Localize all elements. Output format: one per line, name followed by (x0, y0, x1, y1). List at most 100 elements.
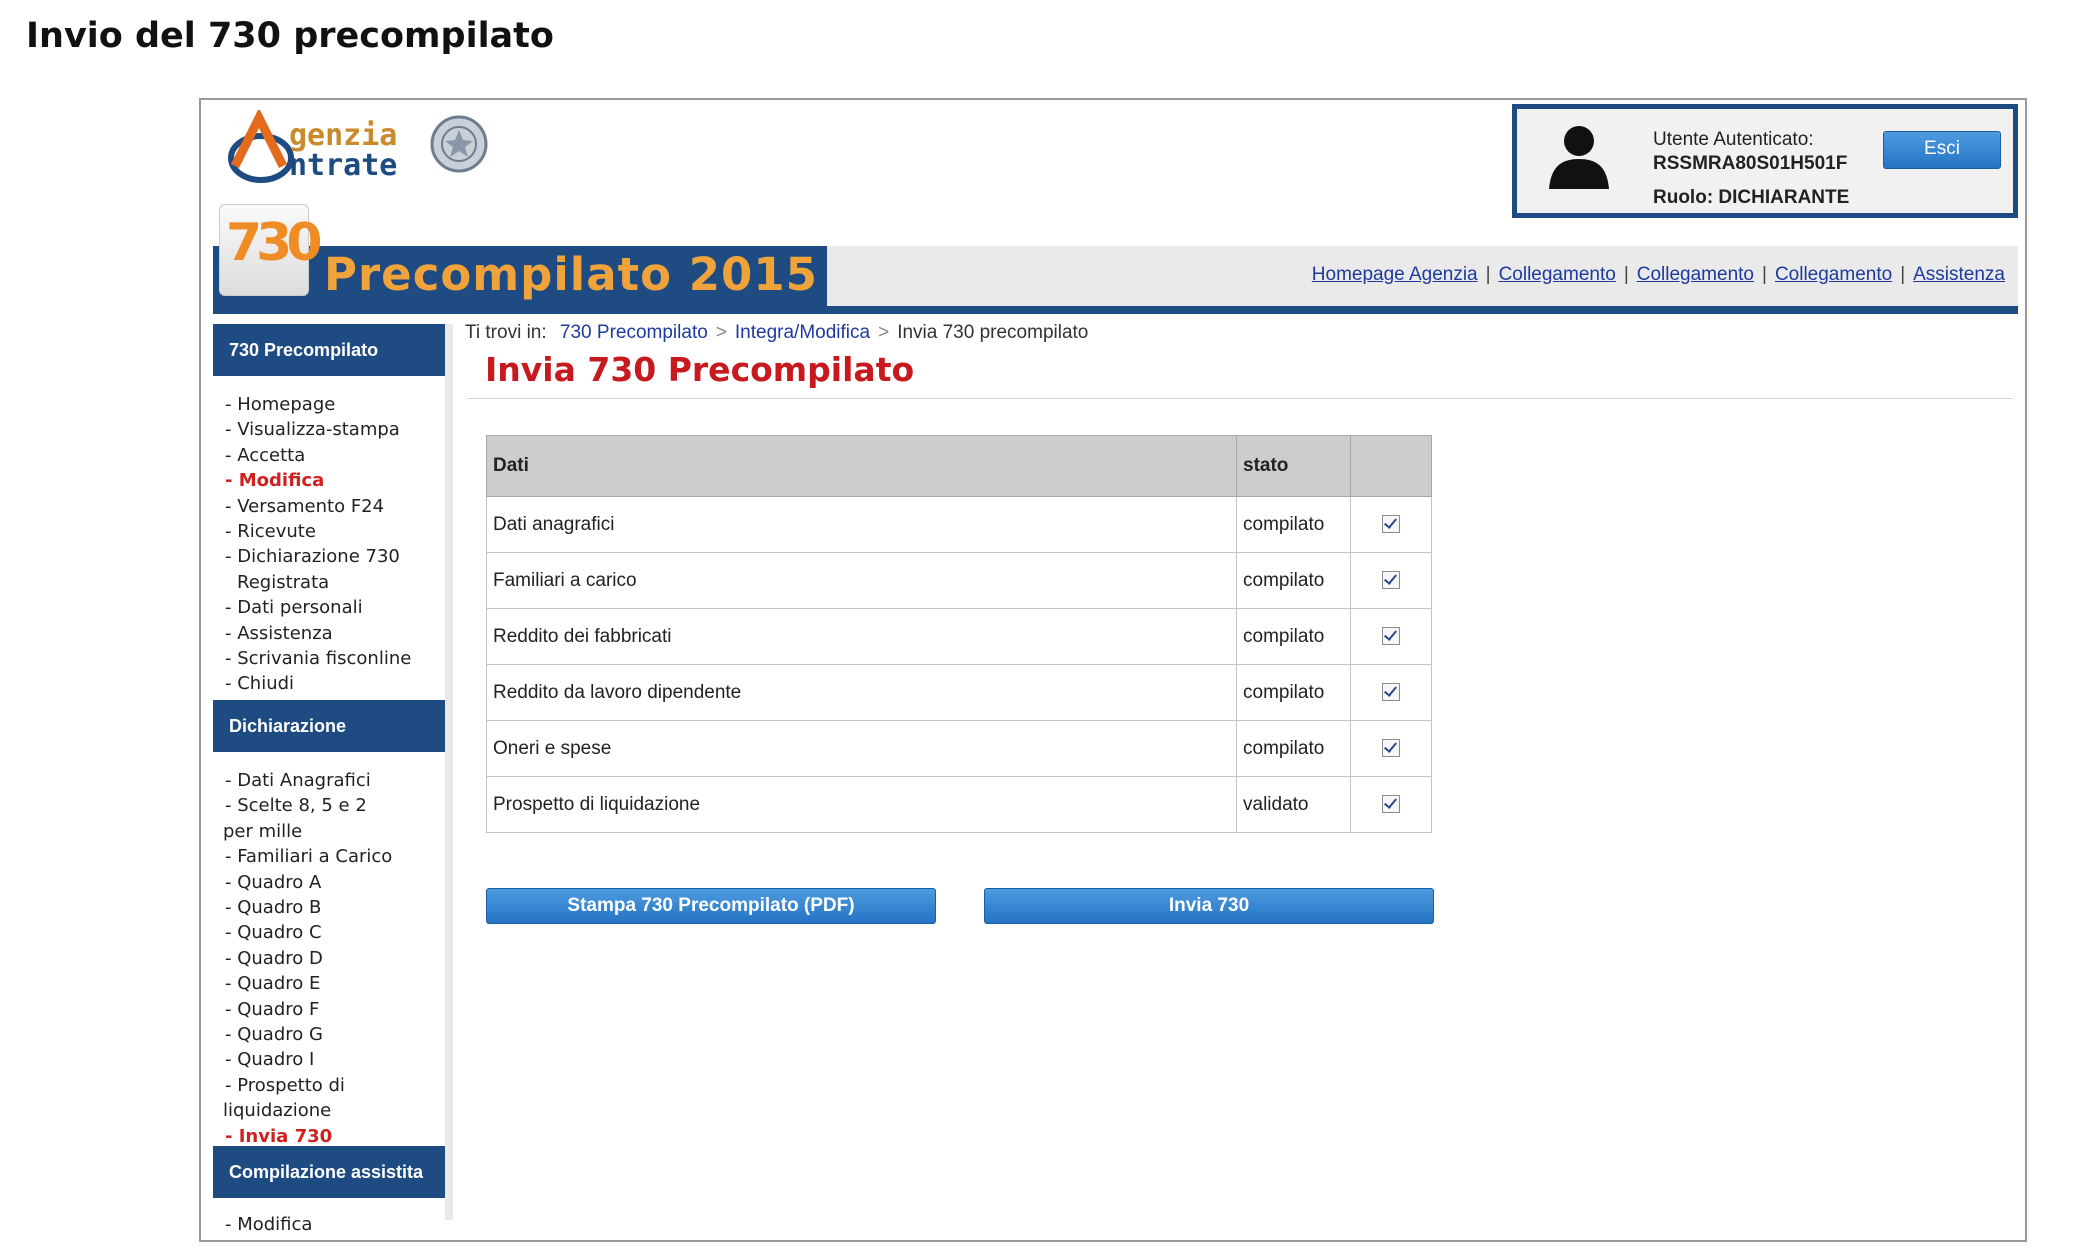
user-fiscal-code: RSSMRA80S01H501F (1653, 153, 1848, 174)
sidebar-list-730-precompilato: - Homepage - Visualizza-stampa - Accetta… (225, 392, 411, 697)
top-links: Homepage Agenzia | Collegamento | Collegamen… (1312, 264, 2005, 286)
link-assistenza[interactable]: Assistenza (1913, 264, 2005, 285)
sidebar: 730 Precompilato - Homepage - Visualizza… (213, 324, 445, 1235)
sidebar-item-prospetto-di[interactable]: - Prospetto di (225, 1073, 392, 1098)
cell-check (1350, 608, 1432, 665)
cell-stato: compilato (1236, 608, 1351, 665)
cell-stato: compilato (1236, 664, 1351, 721)
app-window: genzia ntrate Utente Autenticato: RSSMRA… (199, 98, 2027, 1242)
sidebar-item-quadro-f[interactable]: - Quadro F (225, 997, 392, 1022)
sidebar-item-scrivania-fisconline[interactable]: - Scrivania fisconline (225, 646, 411, 671)
checkbox-checked-icon[interactable] (1381, 515, 1400, 534)
breadcrumb-current: Invia 730 precompilato (897, 322, 1089, 343)
page-title: Invia 730 Precompilato (485, 350, 915, 389)
user-panel: Utente Autenticato: RSSMRA80S01H501F Ruo… (1512, 104, 2018, 218)
cell-dati: Prospetto di liquidazione (486, 776, 1237, 833)
sidebar-item-quadro-d[interactable]: - Quadro D (225, 946, 392, 971)
cell-check (1350, 552, 1432, 609)
cell-dati: Reddito dei fabbricati (486, 608, 1237, 665)
status-table: Dati stato Dati anagrafici compilato Fam… (486, 435, 1432, 833)
sidebar-item-dati-anagrafici[interactable]: - Dati Anagrafici (225, 768, 392, 793)
sidebar-shadow (445, 324, 453, 1220)
table-row: Reddito dei fabbricati compilato (486, 608, 1432, 665)
column-header-dati: Dati (486, 435, 1237, 497)
checkbox-checked-icon[interactable] (1381, 739, 1400, 758)
table-row: Familiari a carico compilato (486, 552, 1432, 609)
badge-730-icon: 730 (219, 204, 323, 296)
sidebar-item-quadro-a[interactable]: - Quadro A (225, 870, 392, 895)
sidebar-item-visualizza-stampa[interactable]: - Visualizza-stampa (225, 417, 411, 442)
sidebar-section-dichiarazione: Dichiarazione (213, 700, 445, 752)
sidebar-item-scelte[interactable]: - Scelte 8, 5 e 2 (225, 793, 392, 818)
cell-dati: Reddito da lavoro dipendente (486, 664, 1237, 721)
checkbox-checked-icon[interactable] (1381, 683, 1400, 702)
column-header-stato: stato (1236, 435, 1351, 497)
breadcrumb-separator: > (715, 322, 727, 343)
cell-stato: compilato (1236, 552, 1351, 609)
logo-text-line2: ntrate (289, 148, 398, 183)
sidebar-item-dati-personali[interactable]: - Dati personali (225, 595, 411, 620)
sidebar-item-chiudi[interactable]: - Chiudi (225, 671, 411, 696)
banner-title: Precompilato 2015 (324, 248, 818, 301)
sidebar-item-modifica[interactable]: - Modifica (225, 468, 411, 493)
logout-button[interactable]: Esci (1883, 131, 2001, 169)
badge-730-text: 730 (226, 213, 323, 273)
link-homepage-agenzia[interactable]: Homepage Agenzia (1312, 264, 1478, 285)
cell-stato: compilato (1236, 720, 1351, 777)
send-730-button[interactable]: Invia 730 (984, 888, 1434, 924)
sidebar-item-accetta[interactable]: - Accetta (225, 443, 411, 468)
breadcrumb: Ti trovi in: 730 Precompilato > Integra/Mo… (465, 322, 1088, 344)
cell-check (1350, 496, 1432, 553)
sidebar-item-dichiarazione-730[interactable]: - Dichiarazione 730 (225, 544, 411, 569)
breadcrumb-separator: > (878, 322, 890, 343)
cell-dati: Familiari a carico (486, 552, 1237, 609)
sidebar-item-liquidazione[interactable]: liquidazione (223, 1098, 392, 1123)
sidebar-item-ricevute[interactable]: - Ricevute (225, 519, 411, 544)
column-header-check (1350, 435, 1432, 497)
link-separator: | (1485, 264, 1491, 285)
user-label: Utente Autenticato: (1653, 129, 1814, 150)
sidebar-item-familiari-a-carico[interactable]: - Familiari a Carico (225, 844, 392, 869)
link-collegamento-1[interactable]: Collegamento (1499, 264, 1616, 285)
table-row: Oneri e spese compilato (486, 720, 1432, 777)
sidebar-item-assistenza[interactable]: - Assistenza (225, 621, 411, 646)
sidebar-item-per-mille[interactable]: per mille (223, 819, 392, 844)
sidebar-section-730-precompilato: 730 Precompilato (213, 324, 445, 376)
sidebar-item-quadro-e[interactable]: - Quadro E (225, 971, 392, 996)
sidebar-list-compilazione-assistita: - Modifica (225, 1212, 312, 1237)
sidebar-item-modifica-assistita[interactable]: - Modifica (225, 1212, 312, 1237)
breadcrumb-item-integra-modifica[interactable]: Integra/Modifica (735, 322, 870, 343)
cell-stato: compilato (1236, 496, 1351, 553)
sidebar-item-versamento-f24[interactable]: - Versamento F24 (225, 494, 411, 519)
link-separator: | (1762, 264, 1767, 285)
cell-dati: Oneri e spese (486, 720, 1237, 777)
cell-check (1350, 776, 1432, 833)
link-separator: | (1900, 264, 1906, 285)
sidebar-item-quadro-g[interactable]: - Quadro G (225, 1022, 392, 1047)
checkbox-checked-icon[interactable] (1381, 795, 1400, 814)
user-silhouette-icon (1549, 126, 1609, 189)
sidebar-item-quadro-b[interactable]: - Quadro B (225, 895, 392, 920)
print-pdf-button[interactable]: Stampa 730 Precompilato (PDF) (486, 888, 936, 924)
sidebar-item-registrata[interactable]: Registrata (225, 570, 411, 595)
checkbox-checked-icon[interactable] (1381, 571, 1400, 590)
sidebar-section-compilazione-assistita: Compilazione assistita (213, 1146, 445, 1198)
sidebar-item-homepage[interactable]: - Homepage (225, 392, 411, 417)
sidebar-item-quadro-c[interactable]: - Quadro C (225, 920, 392, 945)
breadcrumb-item-730-precompilato[interactable]: 730 Precompilato (560, 322, 708, 343)
agenzia-entrate-logo[interactable]: genzia ntrate (221, 110, 521, 190)
link-collegamento-3[interactable]: Collegamento (1775, 264, 1892, 285)
cell-stato: validato (1236, 776, 1351, 833)
link-separator: | (1623, 264, 1629, 285)
breadcrumb-prefix: Ti trovi in: (465, 322, 547, 343)
link-collegamento-2[interactable]: Collegamento (1637, 264, 1754, 285)
table-row: Prospetto di liquidazione validato (486, 776, 1432, 833)
table-row: Reddito da lavoro dipendente compilato (486, 664, 1432, 721)
sidebar-item-quadro-i[interactable]: - Quadro I (225, 1047, 392, 1072)
table-header-row: Dati stato (486, 435, 1432, 497)
checkbox-checked-icon[interactable] (1381, 627, 1400, 646)
heading-divider (467, 398, 2013, 399)
cell-check (1350, 720, 1432, 777)
document-title: Invio del 730 precompilato (26, 16, 554, 56)
table-row: Dati anagrafici compilato (486, 496, 1432, 553)
